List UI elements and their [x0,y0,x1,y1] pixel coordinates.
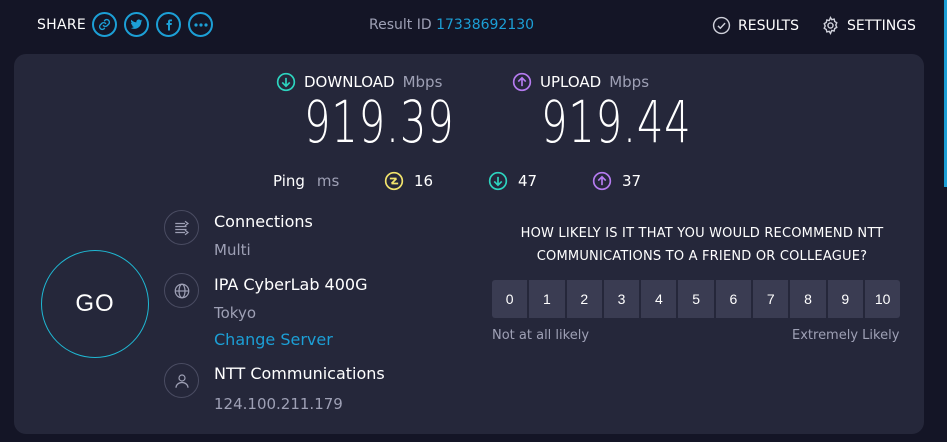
result-id-link[interactable]: 17338692130 [436,17,534,33]
results-nav-button[interactable]: RESULTS [712,16,799,35]
ping-upload: 37 [592,171,641,191]
ping-download-value: 47 [518,172,538,190]
share-label: SHARE [37,17,87,33]
download-latency-icon [488,171,508,191]
latency-idle-icon [384,171,404,191]
result-id: Result ID 17338692130 [369,17,534,33]
check-circle-icon [712,16,731,35]
connections-icon [164,210,199,245]
globe-icon [164,273,199,308]
upload-arrow-icon [512,72,532,92]
scale-low-label: Not at all likely [492,328,590,343]
gear-icon [823,16,838,35]
ping-unit: ms [316,172,340,190]
result-panel: DOWNLOAD Mbps 919.39 UPLOAD Mbps 919.44 … [14,54,924,434]
upload-speed-value: 919.44 [541,88,692,156]
nps-option-4[interactable]: 4 [641,280,677,318]
upload-latency-icon [592,171,612,191]
nps-option-3[interactable]: 3 [603,280,640,318]
survey-question-line1: HOW LIKELY IS IT THAT YOU WOULD RECOMMEN… [520,226,884,241]
go-button[interactable]: GO [41,250,149,358]
nps-option-10[interactable]: 10 [864,280,901,318]
settings-nav-button[interactable]: SETTINGS [821,16,916,35]
nps-option-5[interactable]: 5 [678,280,714,318]
isp-name: NTT Communications [214,364,385,383]
share-twitter-button[interactable] [124,12,149,37]
survey-question-line2: COMMUNICATIONS TO A FRIEND OR COLLEAGUE? [536,249,868,264]
ping-idle: 16 [384,171,433,191]
twitter-icon [130,19,143,29]
ping-download: 47 [488,171,537,191]
isp-ip: 124.100.211.179 [214,395,343,413]
results-label: RESULTS [738,17,800,34]
ping-label-group: Ping ms [273,172,339,190]
server-location: Tokyo [214,304,256,322]
connections-value: Multi [214,241,251,259]
ping-upload-value: 37 [622,172,642,190]
link-icon [98,18,111,31]
settings-label: SETTINGS [847,17,916,34]
connections-title: Connections [214,212,313,231]
user-icon [164,363,199,398]
result-id-label: Result ID [369,17,432,33]
share-more-button[interactable] [188,12,213,37]
ping-label: Ping [273,172,305,190]
top-bar: SHARE Result ID 17338692130 RESULTS SETT… [0,0,947,54]
facebook-icon [166,19,172,30]
nps-option-9[interactable]: 9 [827,280,863,318]
ping-idle-value: 16 [414,172,434,190]
nps-option-8[interactable]: 8 [790,280,826,318]
scale-high-label: Extremely Likely [792,328,900,343]
nps-option-6[interactable]: 6 [715,280,752,318]
nps-option-2[interactable]: 2 [566,280,602,318]
nps-option-7[interactable]: 7 [753,280,789,318]
nps-option-1[interactable]: 1 [529,280,565,318]
server-name: IPA CyberLab 400G [214,275,368,294]
download-speed-value: 919.39 [304,88,455,156]
more-icon [193,22,208,27]
change-server-link[interactable]: Change Server [214,330,333,349]
nps-option-0[interactable]: 0 [492,280,528,318]
share-facebook-button[interactable] [156,12,181,37]
download-arrow-icon [276,72,296,92]
survey-question: HOW LIKELY IS IT THAT YOU WOULD RECOMMEN… [492,222,912,268]
share-link-button[interactable] [92,12,117,37]
nps-scale: 0 1 2 3 4 5 6 7 8 9 10 [492,280,901,318]
